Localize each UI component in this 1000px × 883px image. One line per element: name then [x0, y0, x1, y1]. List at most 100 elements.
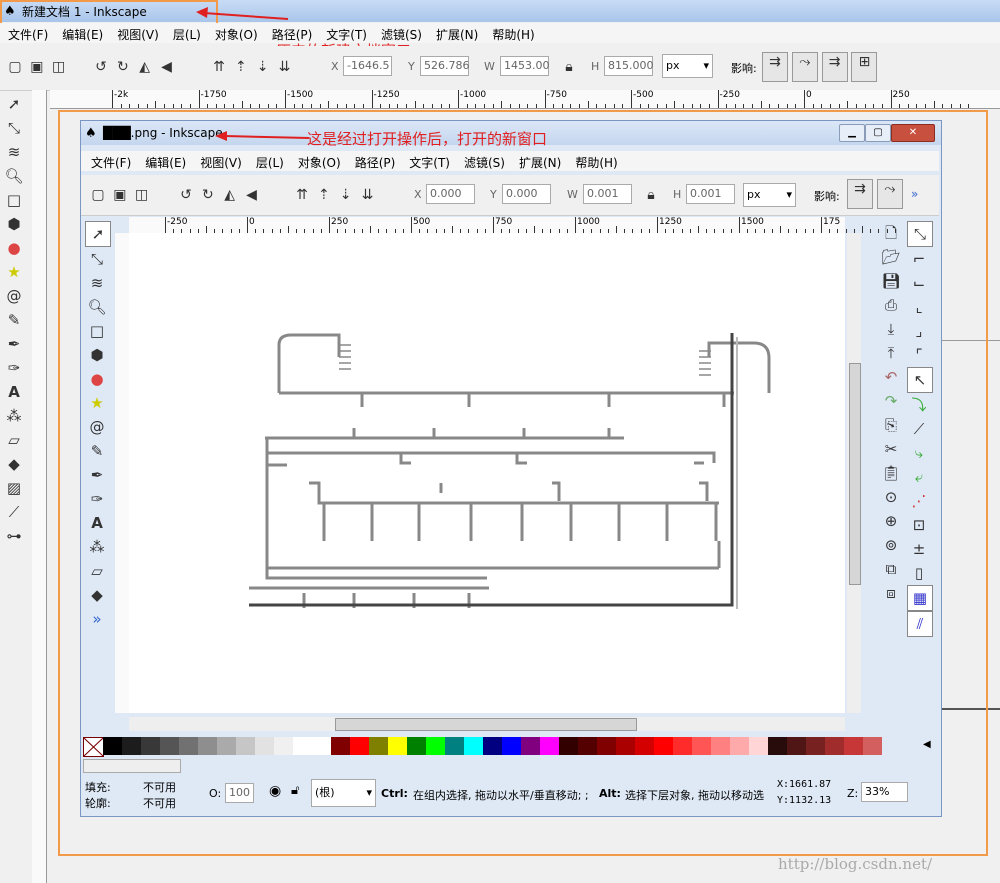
snap-cusp-icon[interactable]: ⤷ — [907, 441, 931, 465]
more-tools-icon[interactable]: » — [85, 607, 109, 631]
color-swatch[interactable] — [217, 737, 236, 755]
outer-menu-item[interactable]: 帮助(H) — [492, 26, 534, 43]
no-paint-swatch[interactable] — [83, 737, 104, 757]
outer-h-field[interactable]: 815.000 — [604, 56, 654, 76]
color-swatch[interactable] — [141, 737, 160, 755]
rotate-ccw-icon[interactable]: ↺ — [177, 186, 195, 204]
inner-unit-select[interactable]: px ▾ — [743, 183, 796, 207]
layer-select[interactable]: (根) ▾ — [311, 779, 376, 807]
color-swatch[interactable] — [597, 737, 616, 755]
color-swatch[interactable] — [464, 737, 483, 755]
color-swatch[interactable] — [350, 737, 369, 755]
inner-menu-item[interactable]: 滤镜(S) — [464, 154, 505, 171]
calligraphy-tool-icon[interactable]: ✑ — [2, 356, 26, 380]
print-icon[interactable]: ⎙ — [879, 293, 903, 317]
inner-menu-item[interactable]: 编辑(E) — [145, 154, 186, 171]
raise-icon[interactable]: ⇡ — [315, 186, 333, 204]
spiral-tool-icon[interactable]: @ — [2, 284, 26, 308]
lock-icon[interactable]: 🔒︎ — [642, 186, 660, 204]
connector-tool-icon[interactable]: ⊶ — [2, 524, 26, 548]
color-swatch[interactable] — [445, 737, 464, 755]
clone-icon[interactable]: ⧈ — [879, 581, 903, 605]
outer-menu-item[interactable]: 文件(F) — [8, 26, 48, 43]
box3d-tool-icon[interactable]: ⬢ — [85, 343, 109, 367]
inner-menu-item[interactable]: 文件(F) — [91, 154, 131, 171]
deselect-icon[interactable]: ◫ — [133, 186, 151, 204]
inner-menu-item[interactable]: 扩展(N) — [519, 154, 561, 171]
cut-icon[interactable]: ✂ — [879, 437, 903, 461]
zoom-page-icon[interactable]: ⊚ — [879, 533, 903, 557]
scale-corners-icon[interactable]: ⤳ — [791, 52, 818, 82]
ellipse-tool-icon[interactable]: ● — [2, 236, 26, 260]
pencil-tool-icon[interactable]: ✎ — [85, 439, 109, 463]
scale-stroke-icon[interactable]: ⇉ — [762, 52, 788, 82]
color-swatch[interactable] — [578, 737, 597, 755]
pen-tool-icon[interactable]: ✒ — [2, 332, 26, 356]
outer-unit-select[interactable]: px ▾ — [662, 54, 713, 78]
redo-icon[interactable]: ↷ — [879, 389, 903, 413]
rectangle-tool-icon[interactable]: □ — [85, 319, 109, 343]
snap-smooth-icon[interactable]: ⤶ — [907, 465, 931, 489]
layer-lock-icon[interactable]: 🔓︎ — [291, 783, 299, 798]
snap-center-icon[interactable]: ⊡ — [907, 513, 931, 537]
select-all-layers-icon[interactable]: ▣ — [28, 58, 46, 76]
color-swatch[interactable] — [388, 737, 407, 755]
select-all-icon[interactable]: ▢ — [89, 186, 107, 204]
inner-h-field[interactable]: 0.001 — [686, 184, 735, 204]
color-swatch[interactable] — [160, 737, 179, 755]
color-swatch[interactable] — [236, 737, 255, 755]
snap-bbox-corner-icon[interactable]: ⌞ — [907, 295, 931, 319]
pencil-tool-icon[interactable]: ✎ — [2, 308, 26, 332]
node-tool-icon[interactable]: ⤡ — [85, 247, 109, 271]
color-swatch[interactable] — [787, 737, 806, 755]
color-swatch[interactable] — [274, 737, 293, 755]
fill-value[interactable]: 不可用 — [143, 779, 176, 795]
copy-icon[interactable]: ⎘ — [879, 413, 903, 437]
color-swatch[interactable] — [540, 737, 559, 755]
inner-menu-item[interactable]: 路径(P) — [355, 154, 396, 171]
pen-tool-icon[interactable]: ✒ — [85, 463, 109, 487]
inner-menu-item[interactable]: 层(L) — [256, 154, 284, 171]
inner-menu-item[interactable]: 视图(V) — [200, 154, 242, 171]
flip-vertical-icon[interactable]: ◀ — [157, 58, 175, 76]
transform-patterns-icon[interactable]: ⊞ — [851, 52, 878, 82]
tweak-tool-icon[interactable]: ≋ — [2, 140, 26, 164]
selector-tool-icon[interactable]: ➚ — [2, 92, 26, 116]
import-icon[interactable]: ⤓ — [879, 317, 903, 341]
color-swatch[interactable] — [749, 737, 768, 755]
deselect-icon[interactable]: ◫ — [50, 58, 68, 76]
snap-bbox-edge-icon[interactable]: ⌙ — [907, 271, 931, 295]
save-icon[interactable]: 💾︎ — [879, 269, 903, 293]
select-all-layers-icon[interactable]: ▣ — [111, 186, 129, 204]
snap-paths-icon[interactable]: ⤵ — [907, 393, 931, 417]
snap-toggle-icon[interactable]: ⤡ — [907, 221, 933, 247]
raise-icon[interactable]: ⇡ — [232, 58, 250, 76]
outer-w-field[interactable]: 1453.00 — [500, 56, 550, 76]
rectangle-tool-icon[interactable]: □ — [2, 188, 26, 212]
zoom-drawing-icon[interactable]: ⊕ — [879, 509, 903, 533]
inner-y-field[interactable]: 0.000 — [502, 184, 551, 204]
dropper-tool-icon[interactable]: ⟋ — [2, 500, 26, 524]
zoom-tool-icon[interactable]: 🔍︎ — [85, 295, 109, 319]
outer-menu-item[interactable]: 编辑(E) — [62, 26, 103, 43]
outer-menu-item[interactable]: 视图(V) — [117, 26, 159, 43]
eraser-tool-icon[interactable]: ▱ — [85, 559, 109, 583]
selector-tool-icon[interactable]: ➚ — [85, 221, 111, 247]
text-tool-icon[interactable]: A — [85, 511, 109, 535]
inner-x-field[interactable]: 0.000 — [426, 184, 475, 204]
lower-to-bottom-icon[interactable]: ⇊ — [358, 186, 376, 204]
eraser-tool-icon[interactable]: ▱ — [2, 428, 26, 452]
color-swatch[interactable] — [863, 737, 882, 755]
lower-icon[interactable]: ⇣ — [254, 58, 272, 76]
horizontal-scroll-thumb[interactable] — [335, 718, 637, 731]
snap-bbox-midpoint-icon[interactable]: ⌟ — [907, 319, 931, 343]
color-swatch[interactable] — [103, 737, 122, 755]
spray-tool-icon[interactable]: ⁂ — [85, 535, 109, 559]
color-swatch[interactable] — [635, 737, 654, 755]
vertical-scrollbar[interactable] — [847, 233, 861, 713]
inner-menu-item[interactable]: 帮助(H) — [575, 154, 617, 171]
raise-to-top-icon[interactable]: ⇈ — [210, 58, 228, 76]
select-all-icon[interactable]: ▢ — [6, 58, 24, 76]
color-swatch[interactable] — [521, 737, 540, 755]
raise-to-top-icon[interactable]: ⇈ — [293, 186, 311, 204]
